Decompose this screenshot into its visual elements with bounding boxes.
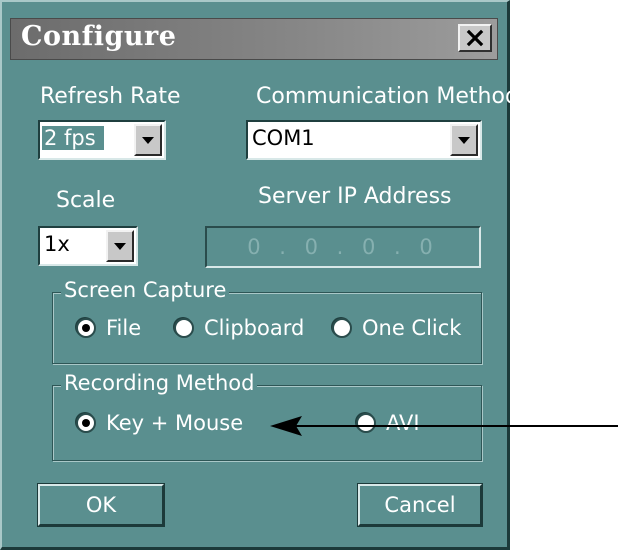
annotation-arrow (270, 416, 618, 436)
